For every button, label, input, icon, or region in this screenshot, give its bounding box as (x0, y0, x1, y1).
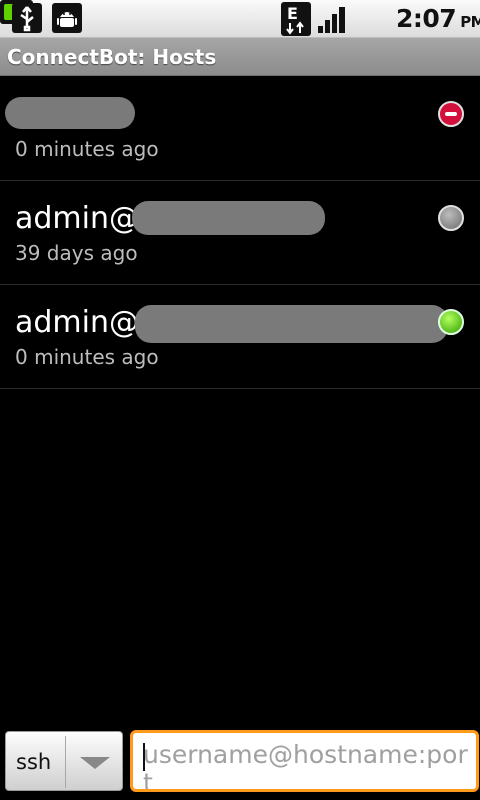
host-name: admin@ (15, 201, 139, 236)
page-title: ConnectBot: Hosts (7, 45, 217, 69)
status-offline-icon (438, 205, 464, 231)
clock-ampm: PM (460, 13, 480, 31)
status-bar: E 2:07 PM (0, 0, 480, 38)
text-caret (143, 743, 145, 771)
redacted-hostname (5, 97, 135, 129)
clock: 2:07 PM (396, 4, 480, 34)
host-name: admin@ (15, 305, 139, 340)
title-bar: ConnectBot: Hosts (0, 38, 480, 76)
protocol-dropdown[interactable]: ssh (5, 731, 123, 791)
dropdown-divider (65, 736, 66, 788)
status-online-icon (438, 309, 464, 335)
svg-text:E: E (287, 4, 298, 23)
protocol-selected-value: ssh (16, 750, 52, 774)
quick-connect-field[interactable] (130, 730, 479, 792)
quick-connect-input[interactable] (143, 741, 468, 789)
host-list-item[interactable]: admin@ 39 days ago (0, 181, 480, 285)
clock-time: 2:07 (396, 4, 457, 33)
host-list-item[interactable]: admin@ 0 minutes ago (0, 285, 480, 389)
redacted-hostname (135, 305, 448, 343)
host-list-item[interactable]: 0 minutes ago (0, 77, 480, 181)
host-last-connected: 0 minutes ago (15, 137, 159, 161)
redacted-hostname (132, 201, 325, 235)
host-last-connected: 0 minutes ago (15, 345, 159, 369)
status-error-icon (438, 101, 464, 127)
chevron-down-icon[interactable] (80, 757, 110, 769)
edge-network-icon: E (281, 2, 311, 36)
host-last-connected: 39 days ago (15, 241, 138, 265)
usb-icon (12, 3, 42, 33)
android-debug-icon (52, 3, 82, 33)
host-list: 0 minutes ago admin@ 39 days ago admin@ … (0, 77, 480, 389)
signal-icon (317, 4, 349, 34)
